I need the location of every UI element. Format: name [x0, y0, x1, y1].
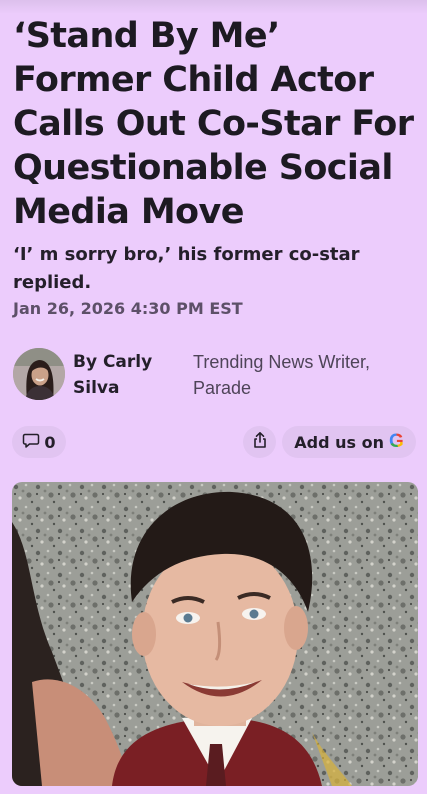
author-name[interactable]: By Carly Silva — [73, 349, 183, 401]
author-avatar[interactable] — [13, 348, 65, 400]
comment-icon — [22, 431, 40, 453]
author-role: Trending News Writer, Parade — [193, 352, 371, 398]
comment-count: 0 — [44, 432, 56, 452]
author-photo — [13, 348, 65, 400]
add-us-label: Add us on — [294, 432, 384, 452]
share-button[interactable] — [243, 426, 276, 458]
share-icon — [252, 431, 268, 453]
hero-photo — [12, 482, 418, 786]
article-subheadline: ‘I’ m sorry bro,’ his former co-star rep… — [13, 244, 360, 293]
google-logo-icon: G — [388, 431, 404, 452]
article-headline: ‘Stand By Me’ Former Child Actor Calls O… — [13, 16, 414, 232]
comments-button[interactable]: 0 — [12, 426, 66, 458]
add-us-on-google-button[interactable]: Add us on G — [282, 426, 416, 458]
article-hero-image[interactable] — [12, 482, 418, 786]
top-shadow — [0, 0, 427, 14]
publish-date: Jan 26, 2026 4:30 PM EST — [13, 299, 243, 318]
